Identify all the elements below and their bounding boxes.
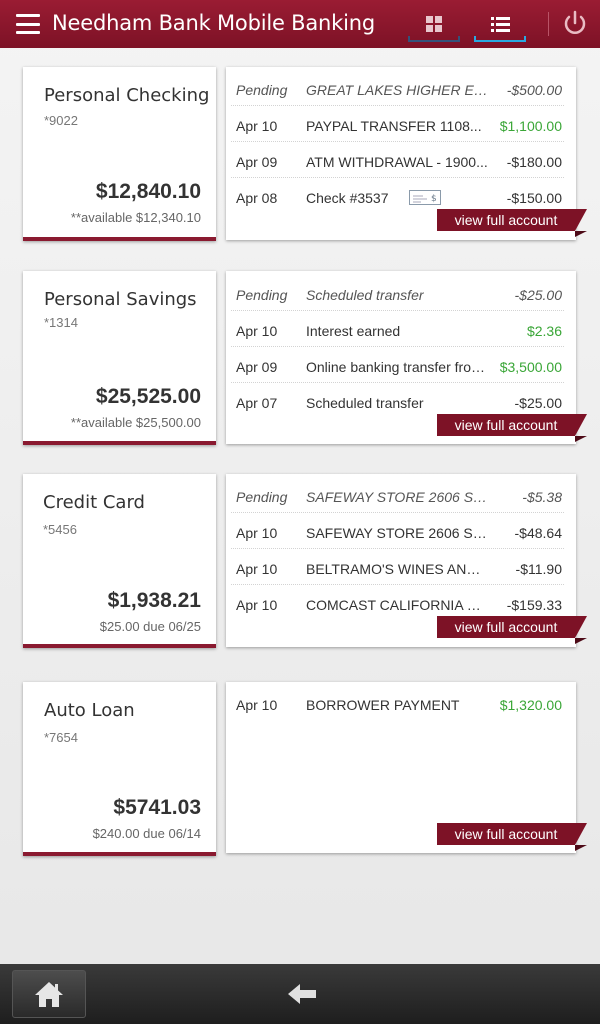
bottom-nav-bar [0,964,600,1024]
transaction-row[interactable]: Apr 10 BORROWER PAYMENT $1,320.00 [231,685,564,721]
transaction-description: GREAT LAKES HIGHER EDUCATION [306,82,488,98]
transaction-amount: -$150.00 [506,190,562,206]
check-image-icon[interactable]: $ [409,188,441,205]
transaction-description: Scheduled transfer [306,287,424,303]
transaction-date: Apr 07 [236,395,278,411]
transaction-date: Apr 10 [236,525,278,541]
home-icon [35,982,63,1007]
back-arrow-icon [288,984,316,1004]
transaction-row[interactable]: Pending Scheduled transfer -$25.00 [231,275,564,311]
transaction-description: Online banking transfer from savings [306,359,488,375]
transaction-row[interactable]: Apr 10 Interest earned $2.36 [231,311,564,347]
transaction-amount: $1,320.00 [499,697,562,713]
view-full-account-button[interactable]: view full account [437,414,587,442]
transaction-description: BORROWER PAYMENT [306,697,460,713]
hamburger-menu-icon[interactable] [16,14,40,34]
power-icon [564,10,586,34]
transaction-date: Apr 10 [236,597,278,613]
account-number: *1314 [44,315,78,330]
account-available: **available $25,500.00 [70,415,201,430]
transaction-amount: -$25.00 [514,287,562,303]
account-name: Auto Loan [44,700,135,721]
account-name: Credit Card [43,492,145,513]
transaction-date: Apr 09 [236,154,278,170]
account-balance: $5741.03 [113,796,201,819]
transaction-amount: -$180.00 [506,154,562,170]
view-full-account-button[interactable]: view full account [437,616,587,644]
account-due: $25.00 due 06/25 [99,619,201,634]
transaction-description: Scheduled transfer [306,395,424,411]
transaction-description: PAYPAL TRANSFER 1108... [306,118,482,134]
transaction-amount: -$48.64 [514,525,562,541]
transaction-description: Interest earned [306,323,401,339]
transactions-panel-credit: Pending SAFEWAY STORE 2606 SAN FRANCISCO… [226,474,587,647]
transaction-row[interactable]: Apr 09 Online banking transfer from savi… [231,347,564,383]
view-full-account-button[interactable]: view full account [437,823,587,851]
account-name: Personal Savings [44,289,197,310]
list-view-button[interactable] [472,0,528,48]
list-view-icon [490,16,510,32]
transaction-amount: -$159.33 [506,597,562,613]
transactions-panel-auto-loan: Apr 10 BORROWER PAYMENT $1,320.00 view f… [226,682,587,853]
back-button[interactable] [274,970,330,1018]
transaction-amount: $3,500.00 [499,359,562,375]
account-due: $240.00 due 06/14 [92,826,201,841]
svg-text:$: $ [431,194,437,204]
account-card-auto-loan[interactable]: Auto Loan *7654 $5741.03 $240.00 due 06/… [23,682,216,856]
account-available: **available $12,340.10 [70,210,201,225]
power-button[interactable] [556,6,594,42]
transaction-description: BELTRAMO'S WINES ANDM... [306,561,488,577]
transaction-description: COMCAST CALIFORNIA 80... [306,597,488,613]
transaction-description: ATM WITHDRAWAL - 1900... [306,154,488,170]
account-card-savings[interactable]: Personal Savings *1314 $25,525.00 **avai… [23,271,216,445]
account-balance: $12,840.10 [95,180,201,203]
transaction-date: Pending [236,489,288,505]
transaction-date: Apr 08 [236,190,278,206]
app-header: Needham Bank Mobile Banking [0,0,600,48]
transaction-row[interactable]: Apr 10 SAFEWAY STORE 2606 SAN... -$48.64 [231,513,564,549]
transaction-row[interactable]: Apr 10 BELTRAMO'S WINES ANDM... -$11.90 [231,549,564,585]
view-full-account-button[interactable]: view full account [437,209,587,237]
transaction-amount: -$11.90 [515,561,562,577]
transaction-amount: -$25.00 [514,395,562,411]
transaction-amount: $2.36 [526,323,562,339]
transaction-amount: -$5.38 [522,489,562,505]
transaction-date: Pending [236,82,288,98]
transactions-panel-checking: Pending GREAT LAKES HIGHER EDUCATION -$5… [226,67,587,240]
account-number: *5456 [43,522,77,537]
transaction-description: Check #3537 [306,190,389,206]
transaction-amount: -$500.00 [506,82,562,98]
transaction-date: Apr 10 [236,697,278,713]
transaction-date: Apr 10 [236,323,278,339]
grid-view-button[interactable] [406,0,462,48]
transaction-row[interactable]: Apr 09 ATM WITHDRAWAL - 1900... -$180.00 [231,142,564,178]
transaction-row[interactable]: Apr 10 PAYPAL TRANSFER 1108... $1,100.00 [231,106,564,142]
transactions-panel-savings: Pending Scheduled transfer -$25.00 Apr 1… [226,271,587,444]
account-number: *9022 [44,113,78,128]
transaction-row[interactable]: Pending SAFEWAY STORE 2606 SAN FRANCISCO… [231,477,564,513]
account-balance: $1,938.21 [107,589,201,612]
transaction-date: Apr 10 [236,561,278,577]
account-card-credit[interactable]: Credit Card *5456 $1,938.21 $25.00 due 0… [23,474,216,648]
account-card-checking[interactable]: Personal Checking *9022 $12,840.10 **ava… [23,67,216,241]
transaction-description: SAFEWAY STORE 2606 SAN FRANCISCO [306,489,488,505]
account-name: Personal Checking [44,85,210,106]
account-number: *7654 [44,730,78,745]
transaction-date: Pending [236,287,288,303]
home-button[interactable] [12,970,86,1018]
transaction-row[interactable]: Pending GREAT LAKES HIGHER EDUCATION -$5… [231,70,564,106]
account-balance: $25,525.00 [95,385,201,408]
transaction-description: SAFEWAY STORE 2606 SAN... [306,525,488,541]
header-divider [548,12,549,36]
transaction-date: Apr 09 [236,359,278,375]
transaction-date: Apr 10 [236,118,278,134]
transaction-amount: $1,100.00 [499,118,562,134]
grid-view-icon [426,16,442,32]
app-title: Needham Bank Mobile Banking [52,11,375,35]
